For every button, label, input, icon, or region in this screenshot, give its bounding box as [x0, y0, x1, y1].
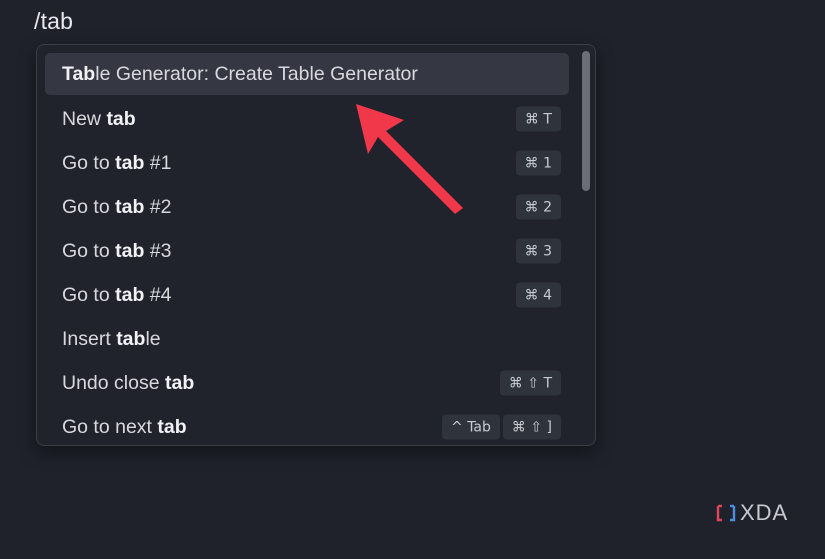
- command-item[interactable]: Table Generator: Create Table Generator: [45, 53, 569, 95]
- keyboard-shortcut: ⌘ 2: [515, 194, 561, 220]
- keyboard-shortcut: ^ Tab: [442, 414, 500, 440]
- command-label-suffix: le Generator: Create Table Generator: [95, 62, 418, 85]
- command-item[interactable]: Undo close tab ⌘ ⇧ T: [45, 361, 569, 405]
- keyboard-shortcut: ⌘ ⇧ ]: [502, 414, 561, 440]
- xda-watermark: XDA: [716, 500, 788, 526]
- shortcut-keys: ⌘ 2: [515, 194, 561, 220]
- command-label-prefix: Undo close: [62, 371, 165, 394]
- command-label: Insert table: [62, 328, 161, 351]
- search-query-text[interactable]: /tab: [34, 8, 73, 35]
- command-label-suffix: #1: [144, 151, 172, 174]
- command-item[interactable]: Go to tab #3 ⌘ 3: [45, 229, 569, 273]
- command-label-prefix: Go to: [62, 151, 116, 174]
- command-list: Table Generator: Create Table Generator N…: [45, 53, 569, 445]
- command-label-prefix: New: [62, 107, 107, 130]
- shortcut-keys: ^ Tab ⌘ ⇧ ]: [442, 414, 561, 440]
- command-label: Go to tab #3: [62, 240, 171, 263]
- command-label-match: tab: [115, 195, 145, 218]
- command-label: New tab: [62, 108, 136, 131]
- command-label-match: tab: [164, 371, 195, 394]
- shortcut-keys: ⌘ 1: [515, 150, 561, 176]
- command-label-prefix: Go to: [62, 239, 116, 262]
- command-label: Go to tab #1: [62, 152, 171, 175]
- scrollbar-thumb[interactable]: [582, 51, 590, 191]
- keyboard-shortcut: ⌘ 4: [515, 282, 561, 308]
- command-label-match: tab: [157, 415, 187, 438]
- command-label-match: tab: [106, 107, 136, 130]
- shortcut-keys: ⌘ T: [515, 106, 561, 132]
- command-item[interactable]: Go to tab #1 ⌘ 1: [45, 141, 569, 185]
- keyboard-shortcut: ⌘ T: [515, 106, 561, 132]
- command-label: Go to tab #4: [62, 284, 171, 307]
- command-item[interactable]: Go to tab #2 ⌘ 2: [45, 185, 569, 229]
- command-label: Undo close tab: [62, 372, 194, 395]
- command-item[interactable]: Insert table: [45, 317, 569, 361]
- command-label-prefix: Go to next: [62, 415, 158, 438]
- keyboard-shortcut: ⌘ 3: [515, 238, 561, 264]
- app-window: /tab Table Generator: Create Table Gener…: [0, 0, 825, 559]
- command-label-suffix: #3: [144, 239, 172, 262]
- command-label-match: tab: [115, 239, 145, 262]
- command-label-match: tab: [115, 283, 145, 306]
- command-label-prefix: Insert: [62, 327, 117, 350]
- command-item[interactable]: New tab ⌘ T: [45, 97, 569, 141]
- shortcut-keys: ⌘ 4: [515, 282, 561, 308]
- keyboard-shortcut: ⌘ ⇧ T: [499, 370, 561, 396]
- command-label: Go to tab #2: [62, 196, 171, 219]
- command-label: Go to next tab: [62, 416, 187, 439]
- command-label-prefix: Go to: [62, 195, 116, 218]
- command-label-match: Tab: [62, 62, 96, 85]
- command-label-match: tab: [116, 327, 146, 350]
- xda-logo-icon: [716, 504, 736, 522]
- command-label: Table Generator: Create Table Generator: [62, 63, 418, 86]
- command-label-suffix: #4: [144, 283, 172, 306]
- command-palette: Table Generator: Create Table Generator N…: [36, 44, 596, 446]
- keyboard-shortcut: ⌘ 1: [515, 150, 561, 176]
- command-label-suffix: le: [145, 327, 161, 350]
- command-label-match: tab: [115, 151, 145, 174]
- command-label-suffix: #2: [144, 195, 172, 218]
- shortcut-keys: ⌘ ⇧ T: [499, 370, 561, 396]
- shortcut-keys: ⌘ 3: [515, 238, 561, 264]
- command-item[interactable]: Go to next tab ^ Tab ⌘ ⇧ ]: [45, 405, 569, 445]
- command-item[interactable]: Go to tab #4 ⌘ 4: [45, 273, 569, 317]
- command-label-prefix: Go to: [62, 283, 116, 306]
- xda-logo-text: XDA: [740, 500, 789, 525]
